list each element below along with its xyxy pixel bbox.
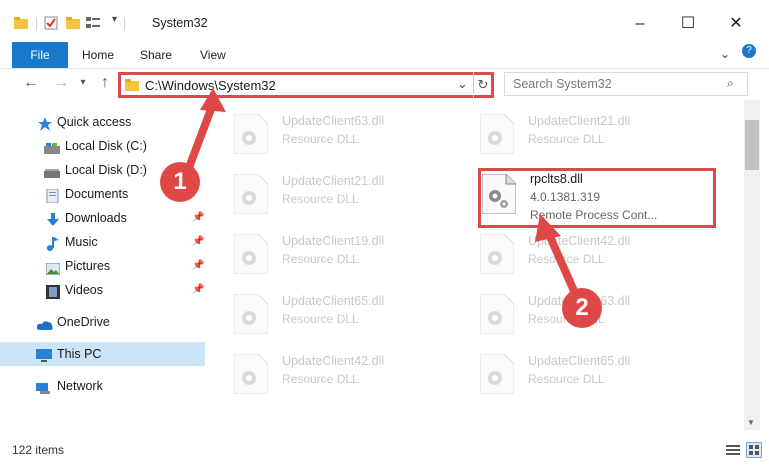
annotation-arrows — [181, 88, 582, 304]
scrollbar-thumb[interactable] — [745, 120, 759, 170]
large-icons-view-icon[interactable] — [746, 442, 762, 458]
status-item-count: 122 items — [12, 443, 65, 457]
details-view-icon[interactable] — [726, 444, 740, 459]
step-badge-2: 2 — [562, 288, 602, 328]
scroll-down-icon[interactable]: ▼ — [747, 418, 755, 427]
step-badge-1: 1 — [160, 162, 200, 202]
